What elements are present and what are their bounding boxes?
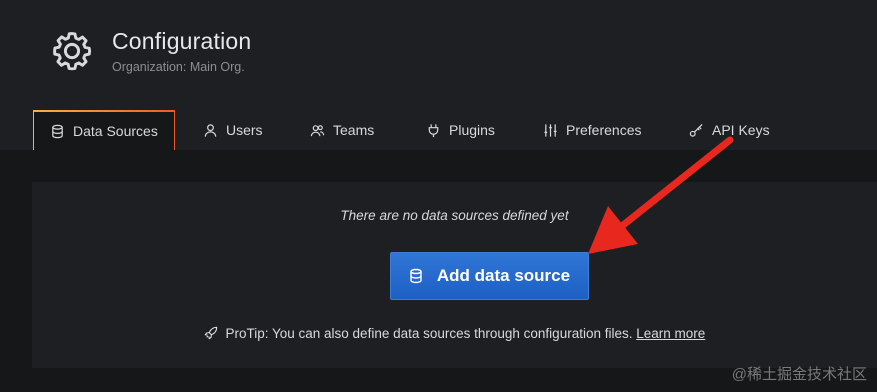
annotation-arrow <box>588 136 734 254</box>
database-icon <box>410 268 422 284</box>
protip: ProTip: You can also define data sources… <box>32 326 877 341</box>
users-icon <box>310 124 325 136</box>
learn-more-link[interactable]: Learn more <box>636 326 705 341</box>
rocket-icon <box>204 326 217 340</box>
tab-data-sources[interactable]: Data Sources <box>33 110 175 150</box>
plug-icon <box>428 123 439 137</box>
page-subtitle: Organization: Main Org. <box>112 60 245 74</box>
tab-plugins[interactable]: Plugins <box>426 110 495 150</box>
data-sources-panel: There are no data sources defined yet Ad… <box>32 182 877 368</box>
tab-label: Plugins <box>449 122 495 138</box>
tab-label: Users <box>226 122 263 138</box>
database-icon <box>52 124 63 138</box>
tab-users[interactable]: Users <box>203 110 263 150</box>
user-icon <box>204 123 217 137</box>
configuration-page: Configuration Organization: Main Org. Da… <box>0 0 877 392</box>
tab-label: Teams <box>333 122 375 138</box>
empty-state-message: There are no data sources defined yet <box>340 208 569 223</box>
tab-teams[interactable]: Teams <box>310 110 374 150</box>
protip-text: ProTip: You can also define data sources… <box>225 326 633 341</box>
add-data-source-label: Add data source <box>436 266 571 285</box>
watermark: @稀土掘金技术社区 <box>731 366 867 383</box>
tab-label: Data Sources <box>73 123 158 139</box>
page-header: Configuration Organization: Main Org. Da… <box>0 0 877 150</box>
page-title: Configuration <box>112 28 252 54</box>
gear-icon <box>53 32 92 71</box>
sliders-icon <box>544 123 557 137</box>
